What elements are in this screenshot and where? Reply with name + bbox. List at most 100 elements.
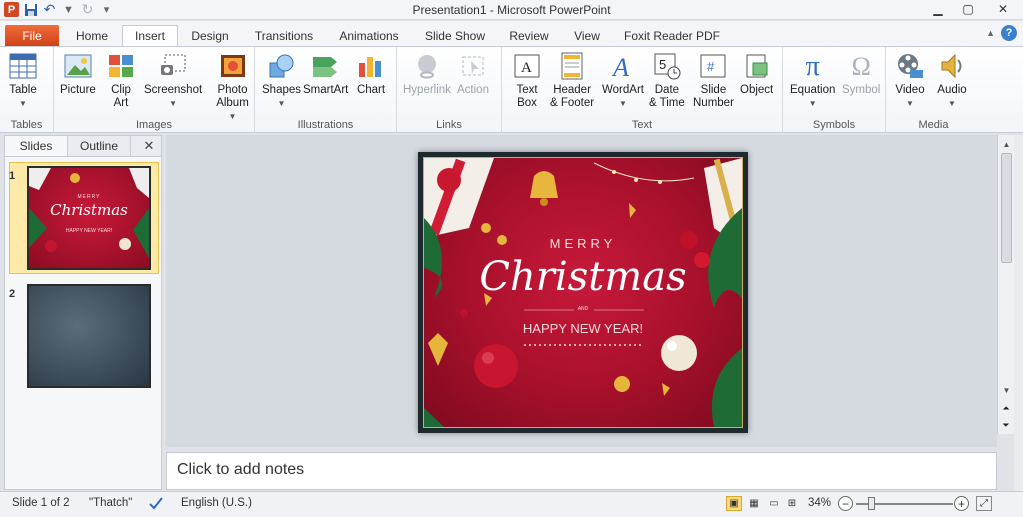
pi-icon: π	[805, 50, 820, 82]
clip-art-icon	[106, 51, 136, 81]
audio-button[interactable]: Audio ▼	[937, 51, 967, 110]
shapes-icon	[267, 51, 297, 81]
date-time-button[interactable]: 5 Date & Time	[649, 51, 685, 110]
notes-pane[interactable]: Click to add notes	[166, 452, 997, 490]
group-text: A Text Box Header & Footer A WordArt ▼ 5…	[502, 47, 783, 133]
zoom-slider-knob[interactable]	[868, 497, 875, 510]
tab-transitions[interactable]: Transitions	[247, 25, 321, 46]
picture-icon	[63, 51, 93, 81]
tab-file[interactable]: File	[5, 25, 59, 46]
slide-sorter-icon[interactable]: ▦	[746, 496, 762, 511]
svg-text:5: 5	[659, 57, 666, 72]
slide-show-icon[interactable]: ⊞	[784, 496, 800, 511]
group-images: Picture Clip Art Screenshot ▼ Photo Albu…	[54, 47, 255, 133]
tab-slides[interactable]: Slides	[5, 136, 68, 156]
ribbon-tabs: File Home Insert Design Transitions Anim…	[0, 21, 1023, 46]
reading-view-icon[interactable]: ▭	[766, 496, 782, 511]
zoom-in-icon[interactable]: +	[954, 496, 969, 511]
previous-slide-icon[interactable]: ⏶	[1002, 403, 1009, 414]
speaker-icon	[937, 51, 967, 81]
picture-button[interactable]: Picture	[60, 51, 96, 97]
group-symbols: π Equation ▼ Ω Symbol Symbols	[783, 47, 886, 133]
tab-insert[interactable]: Insert	[122, 25, 178, 46]
slide-thumbnail-2[interactable]	[27, 284, 151, 388]
christmas-card-image: MERRY Christmas AND HAPPY NEW YEAR!	[423, 157, 743, 428]
title-bar: P ↶ ▼ ↻ ▾ Presentation1 - Microsoft Powe…	[0, 0, 1023, 20]
shapes-button[interactable]: Shapes ▼	[262, 51, 301, 110]
close-button[interactable]: ✕	[983, 0, 1023, 18]
clip-art-button[interactable]: Clip Art	[106, 51, 136, 110]
wordart-icon: A	[608, 51, 638, 81]
action-button[interactable]: Action	[457, 51, 489, 97]
slide-thumbnail-1[interactable]: MERRY Christmas HAPPY NEW YEAR!	[27, 166, 151, 270]
slide-and-text: AND	[577, 306, 589, 312]
spell-check-icon[interactable]	[148, 495, 164, 514]
group-tables: Table ▼ Tables	[0, 47, 54, 133]
tab-outline[interactable]: Outline	[68, 136, 131, 156]
next-slide-icon[interactable]: ⏷	[1002, 420, 1009, 431]
ribbon-insert: Table ▼ Tables Picture Clip Art Screensh…	[0, 46, 1023, 133]
slide-number-button[interactable]: # Slide Number	[693, 51, 734, 110]
smartart-button[interactable]: SmartArt	[303, 51, 348, 97]
tab-design[interactable]: Design	[182, 25, 238, 46]
chart-icon	[356, 51, 386, 81]
minimize-button[interactable]: ▁	[923, 0, 953, 18]
film-reel-icon	[895, 51, 925, 81]
tab-review[interactable]: Review	[503, 25, 555, 46]
screenshot-icon	[158, 51, 188, 81]
group-illustrations: Shapes ▼ SmartArt Chart Illustrations	[255, 47, 397, 133]
tab-animations[interactable]: Animations	[332, 25, 406, 46]
window-title: Presentation1 - Microsoft PowerPoint	[412, 3, 611, 17]
scroll-thumb[interactable]	[1001, 153, 1012, 263]
text-box-icon: A	[512, 51, 542, 81]
table-button[interactable]: Table ▼	[8, 51, 38, 110]
smartart-icon	[311, 51, 341, 81]
language-indicator[interactable]: English (U.S.)	[181, 497, 252, 509]
object-icon	[742, 51, 772, 81]
slide-merry-text: MERRY	[549, 236, 617, 251]
zoom-out-icon[interactable]: −	[838, 496, 853, 511]
omega-icon: Ω	[851, 51, 871, 81]
help-icon[interactable]: ?	[1001, 25, 1017, 41]
tab-view[interactable]: View	[562, 25, 612, 46]
group-links: Hyperlink Action Links	[397, 47, 502, 133]
right-edge	[1014, 135, 1023, 491]
photo-album-button[interactable]: Photo Album ▼	[211, 51, 254, 123]
slide-counter: Slide 1 of 2	[12, 497, 70, 509]
tab-slide-show[interactable]: Slide Show	[418, 25, 492, 46]
header-footer-icon	[557, 51, 587, 81]
svg-text:A: A	[521, 60, 532, 76]
slides-pane: Slides Outline ✕ 1 MERRY Christmas HAPPY…	[4, 135, 162, 490]
header-footer-button[interactable]: Header & Footer	[550, 51, 594, 110]
video-button[interactable]: Video ▼	[895, 51, 925, 110]
screenshot-button[interactable]: Screenshot ▼	[144, 51, 202, 110]
hyperlink-icon	[412, 51, 442, 81]
text-box-button[interactable]: A Text Box	[512, 51, 542, 110]
object-button[interactable]: Object	[740, 51, 773, 97]
minimize-ribbon-icon[interactable]: ▲	[986, 28, 995, 38]
scroll-down-icon[interactable]: ▼	[998, 383, 1015, 397]
scroll-up-icon[interactable]: ▲	[998, 137, 1015, 151]
slide-christmas-text: Christmas	[479, 254, 687, 300]
normal-view-icon[interactable]: ▣	[726, 496, 742, 511]
slide-new-year-text: HAPPY NEW YEAR!	[522, 321, 644, 336]
slide-thumb-number: 2	[9, 288, 16, 300]
action-icon	[458, 51, 488, 81]
slide-canvas[interactable]: MERRY Christmas AND HAPPY NEW YEAR!	[418, 152, 748, 433]
vertical-scrollbar[interactable]: ▲ ▼	[997, 135, 1014, 431]
chart-button[interactable]: Chart	[356, 51, 386, 97]
tab-foxit-reader-pdf[interactable]: Foxit Reader PDF	[620, 25, 724, 46]
slide-number-icon: #	[698, 51, 728, 81]
fit-slide-icon[interactable]: ⤢	[976, 496, 992, 511]
svg-text:A: A	[611, 53, 629, 80]
hyperlink-button[interactable]: Hyperlink	[403, 51, 451, 97]
photo-album-icon	[218, 51, 248, 81]
tab-home[interactable]: Home	[66, 25, 118, 46]
zoom-level[interactable]: 34%	[808, 497, 831, 509]
maximize-button[interactable]: ▢	[953, 0, 983, 18]
wordart-button[interactable]: A WordArt ▼	[602, 51, 644, 110]
symbol-button[interactable]: Ω Symbol	[842, 51, 880, 97]
theme-name[interactable]: "Thatch"	[89, 497, 132, 509]
equation-button[interactable]: π Equation ▼	[790, 51, 835, 110]
close-pane-icon[interactable]: ✕	[137, 136, 161, 156]
